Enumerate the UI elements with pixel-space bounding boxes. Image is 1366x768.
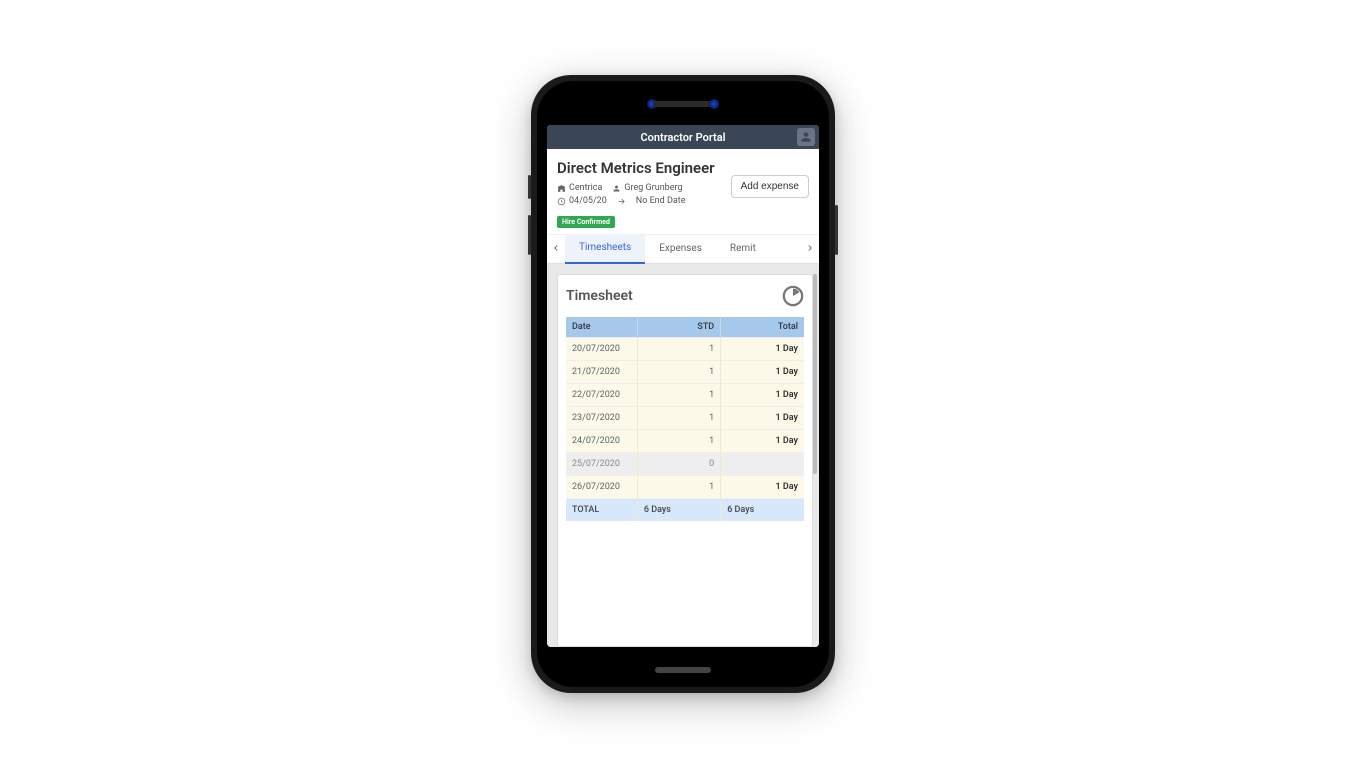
tab-expenses[interactable]: Expenses xyxy=(645,234,716,264)
cell-std: 1 xyxy=(637,384,720,407)
building-icon xyxy=(557,184,566,193)
tab-scroll-left[interactable] xyxy=(547,242,565,257)
cell-date: 24/07/2020 xyxy=(566,430,637,453)
date-arrow xyxy=(617,197,626,206)
timesheet-card-title: Timesheet xyxy=(566,288,633,304)
col-total: Total xyxy=(721,317,804,338)
table-row[interactable]: 20/07/202011 Day xyxy=(566,338,804,361)
phone-camera-icon xyxy=(709,99,719,109)
job-end-date: No End Date xyxy=(636,196,686,206)
table-row[interactable]: 25/07/20200 xyxy=(566,453,804,476)
table-row[interactable]: 22/07/202011 Day xyxy=(566,384,804,407)
chevron-right-icon xyxy=(805,243,815,253)
cell-date: 21/07/2020 xyxy=(566,361,637,384)
phone-body: Contractor Portal Direct Metrics Enginee… xyxy=(537,81,829,687)
table-total-row: TOTAL 6 Days 6 Days xyxy=(566,499,804,522)
table-row[interactable]: 23/07/202011 Day xyxy=(566,407,804,430)
add-expense-button[interactable]: Add expense xyxy=(731,175,809,198)
col-std: STD xyxy=(637,317,720,338)
cell-std: 1 xyxy=(637,430,720,453)
chevron-left-icon xyxy=(551,243,561,253)
phone-frame: Contractor Portal Direct Metrics Enginee… xyxy=(531,75,835,693)
cell-total: 1 Day xyxy=(721,407,804,430)
job-contractor: Greg Grunberg xyxy=(612,183,682,193)
timesheet-table: Date STD Total 20/07/202011 Day21/07/202… xyxy=(566,317,804,521)
cell-std: 1 xyxy=(637,338,720,361)
tab-remit[interactable]: Remit xyxy=(716,234,770,264)
cell-std: 0 xyxy=(637,453,720,476)
table-row[interactable]: 21/07/202011 Day xyxy=(566,361,804,384)
job-header: Direct Metrics Engineer Add expense Cent… xyxy=(547,149,819,234)
col-date: Date xyxy=(566,317,637,338)
scrollbar[interactable] xyxy=(813,274,817,534)
profile-button[interactable] xyxy=(797,128,815,146)
person-icon xyxy=(799,130,813,144)
cell-total: 1 Day xyxy=(721,476,804,499)
table-row[interactable]: 26/07/202011 Day xyxy=(566,476,804,499)
table-row[interactable]: 24/07/202011 Day xyxy=(566,430,804,453)
total-total: 6 Days xyxy=(721,499,804,522)
arrow-right-icon xyxy=(617,197,626,206)
cell-date: 22/07/2020 xyxy=(566,384,637,407)
cell-total: 1 Day xyxy=(721,361,804,384)
total-label: TOTAL xyxy=(566,499,637,522)
cell-date: 25/07/2020 xyxy=(566,453,637,476)
cell-date: 23/07/2020 xyxy=(566,407,637,430)
phone-side-button xyxy=(528,175,531,199)
cell-total: 1 Day xyxy=(721,384,804,407)
job-company: Centrica xyxy=(557,183,602,193)
person-icon xyxy=(612,184,621,193)
status-badge: Hire Confirmed xyxy=(557,216,615,228)
cell-std: 1 xyxy=(637,361,720,384)
cell-std: 1 xyxy=(637,407,720,430)
phone-home-indicator xyxy=(655,667,711,673)
tab-bar: TimesheetsExpensesRemit xyxy=(547,234,819,264)
job-start-date: 04/05/20 xyxy=(557,196,607,206)
tab-timesheets[interactable]: Timesheets xyxy=(565,234,645,264)
content-area: Timesheet Date STD Total xyxy=(547,264,819,647)
total-std: 6 Days xyxy=(637,499,720,522)
clock-icon xyxy=(557,197,566,206)
app-screen: Contractor Portal Direct Metrics Enginee… xyxy=(547,125,819,647)
timer-icon[interactable] xyxy=(782,285,804,307)
tab-scroll-right[interactable] xyxy=(801,242,819,257)
phone-side-button xyxy=(835,205,838,255)
app-header: Contractor Portal xyxy=(547,125,819,149)
scrollbar-thumb[interactable] xyxy=(813,274,817,474)
cell-std: 1 xyxy=(637,476,720,499)
cell-total xyxy=(721,453,804,476)
timesheet-card: Timesheet Date STD Total xyxy=(557,274,813,647)
table-header-row: Date STD Total xyxy=(566,317,804,338)
cell-date: 20/07/2020 xyxy=(566,338,637,361)
cell-total: 1 Day xyxy=(721,430,804,453)
cell-date: 26/07/2020 xyxy=(566,476,637,499)
phone-speaker xyxy=(653,101,713,107)
cell-total: 1 Day xyxy=(721,338,804,361)
phone-side-button xyxy=(528,215,531,255)
app-title: Contractor Portal xyxy=(640,131,725,144)
